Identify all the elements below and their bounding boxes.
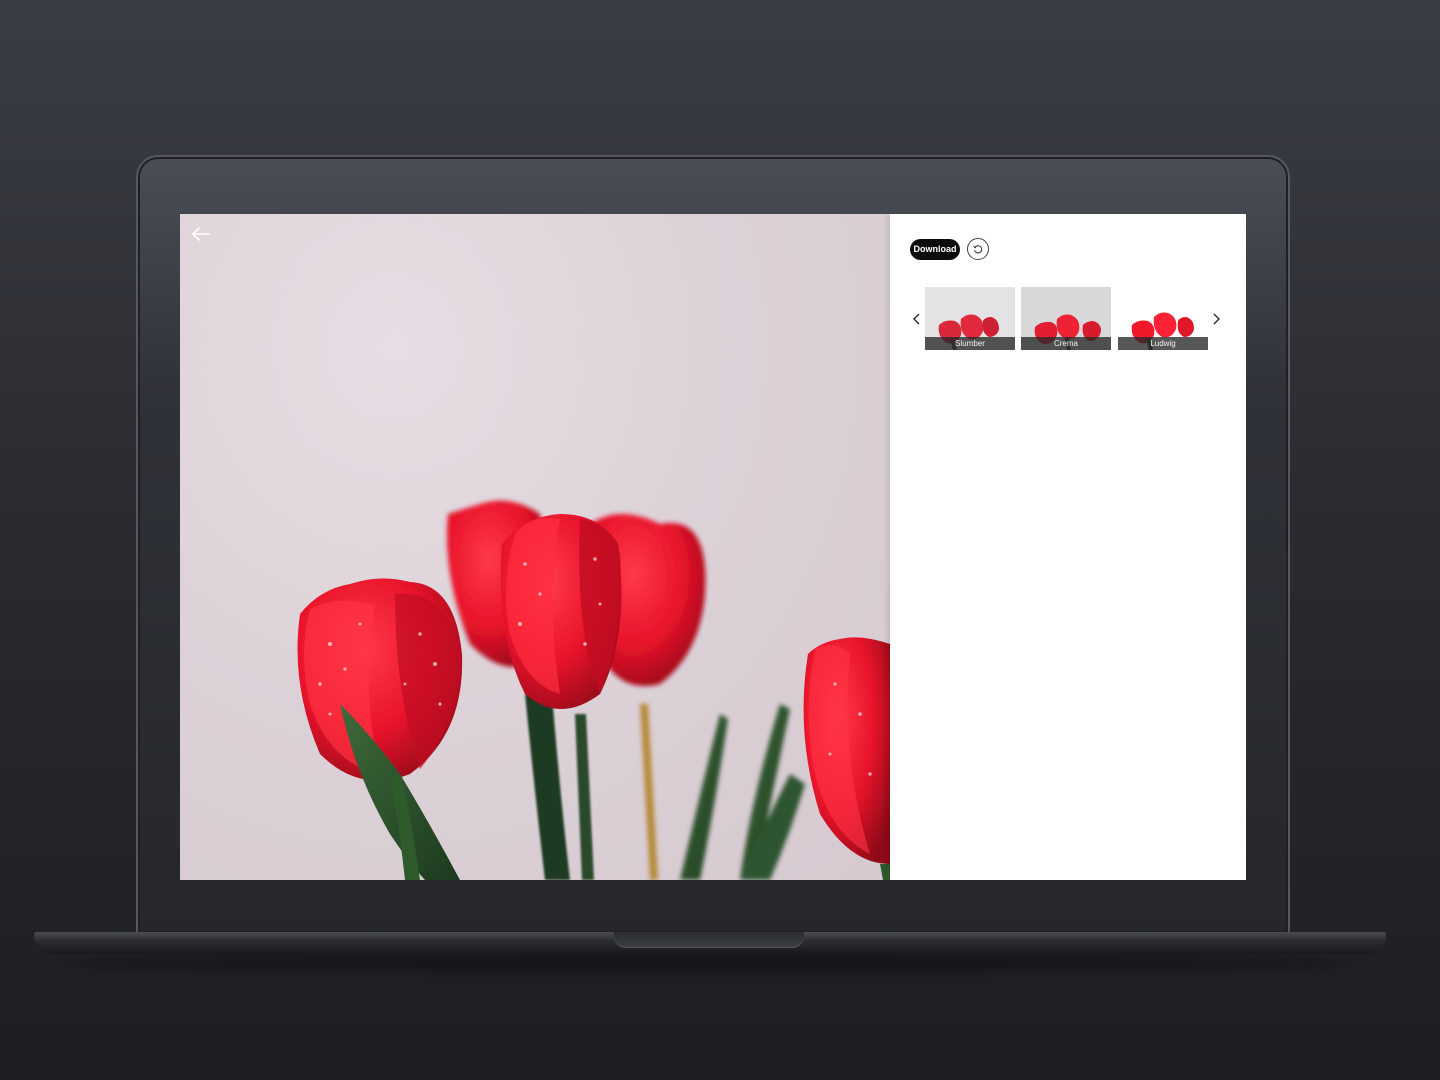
filter-thumbnail-crema[interactable]: Crema xyxy=(1021,287,1111,350)
reset-button[interactable] xyxy=(967,238,989,260)
laptop-mockup: Download Slumber Crema Ludwig xyxy=(0,0,1440,1080)
app-screen: Download Slumber Crema Ludwig xyxy=(180,214,1246,880)
back-arrow-icon[interactable] xyxy=(190,224,212,244)
filter-label: Ludwig xyxy=(1118,337,1208,350)
filter-thumbnail-slumber[interactable]: Slumber xyxy=(925,287,1015,350)
filter-thumbnail-ludwig[interactable]: Ludwig xyxy=(1118,287,1208,350)
rotate-ccw-icon xyxy=(973,245,983,254)
filter-label: Crema xyxy=(1021,337,1111,350)
chevron-right-icon[interactable] xyxy=(1210,310,1222,328)
editor-panel: Download Slumber Crema Ludwig xyxy=(890,214,1246,880)
filter-label: Slumber xyxy=(925,337,1015,350)
chevron-left-icon[interactable] xyxy=(911,310,923,328)
photo-viewer xyxy=(180,214,890,880)
tulip-photo xyxy=(297,500,890,880)
download-button[interactable]: Download xyxy=(910,239,960,260)
laptop-notch xyxy=(614,932,804,948)
laptop-shadow xyxy=(60,954,1360,972)
